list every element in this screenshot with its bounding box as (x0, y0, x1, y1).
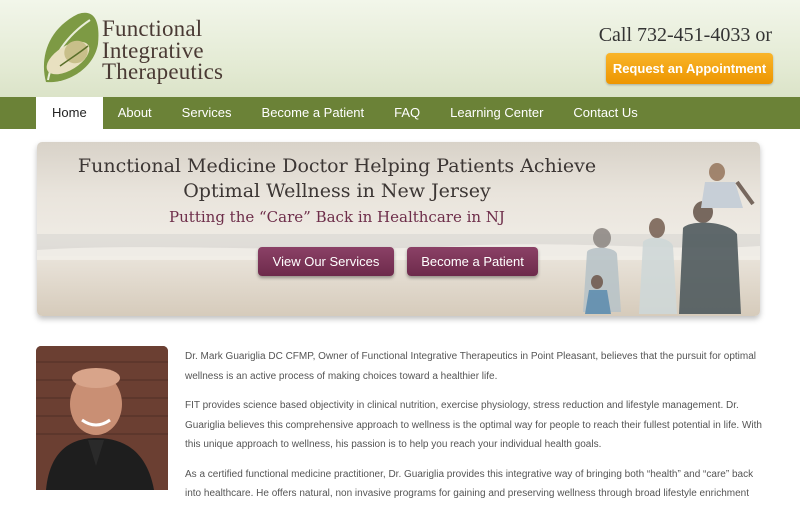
logo-line-2: Integrative (102, 37, 204, 63)
intro-paragraph-2: FIT provides science based objectivity i… (185, 400, 762, 450)
nav-item-services[interactable]: Services (167, 97, 247, 129)
nav-item-about[interactable]: About (103, 97, 167, 129)
become-patient-button[interactable]: Become a Patient (407, 247, 538, 276)
main-nav: Home About Services Become a Patient FAQ… (0, 97, 800, 129)
doctor-photo (36, 346, 168, 490)
nav-item-faq[interactable]: FAQ (379, 97, 435, 129)
hero-title: Functional Medicine Doctor Helping Patie… (37, 154, 637, 204)
intro-paragraph-1: Dr. Mark Guariglia DC CFMP, Owner of Fun… (185, 351, 757, 382)
intro-paragraph-3: As a certified functional medicine pract… (185, 468, 754, 500)
hero-title-line-2: Optimal Wellness in New Jersey (183, 180, 491, 202)
phone-number[interactable]: Call 732-451-4033 or (599, 24, 772, 47)
request-appointment-button[interactable]: Request an Appointment (606, 53, 773, 84)
nav-item-become-a-patient[interactable]: Become a Patient (247, 97, 380, 129)
leaf-logo-icon (43, 12, 99, 83)
nav-item-learning-center[interactable]: Learning Center (435, 97, 558, 129)
hero-subtitle: Putting the “Care” Back in Healthcare in… (169, 208, 505, 226)
doctor-portrait-image (36, 346, 168, 490)
intro-content: Dr. Mark Guariglia DC CFMP, Owner of Fun… (185, 347, 763, 514)
hero-title-line-1: Functional Medicine Doctor Helping Patie… (77, 155, 597, 177)
logo-wordmark: Functional Integrative Therapeutics (102, 16, 224, 84)
site-logo[interactable]: Functional Integrative Therapeutics (38, 8, 238, 90)
hero-banner: Functional Medicine Doctor Helping Patie… (37, 142, 760, 316)
site-header: Functional Integrative Therapeutics Call… (0, 0, 800, 97)
nav-item-contact-us[interactable]: Contact Us (558, 97, 652, 129)
nav-item-home[interactable]: Home (36, 97, 103, 129)
view-services-button[interactable]: View Our Services (258, 247, 394, 276)
logo-line-3: Therapeutics (102, 59, 224, 84)
logo-line-1: Functional (102, 16, 203, 41)
